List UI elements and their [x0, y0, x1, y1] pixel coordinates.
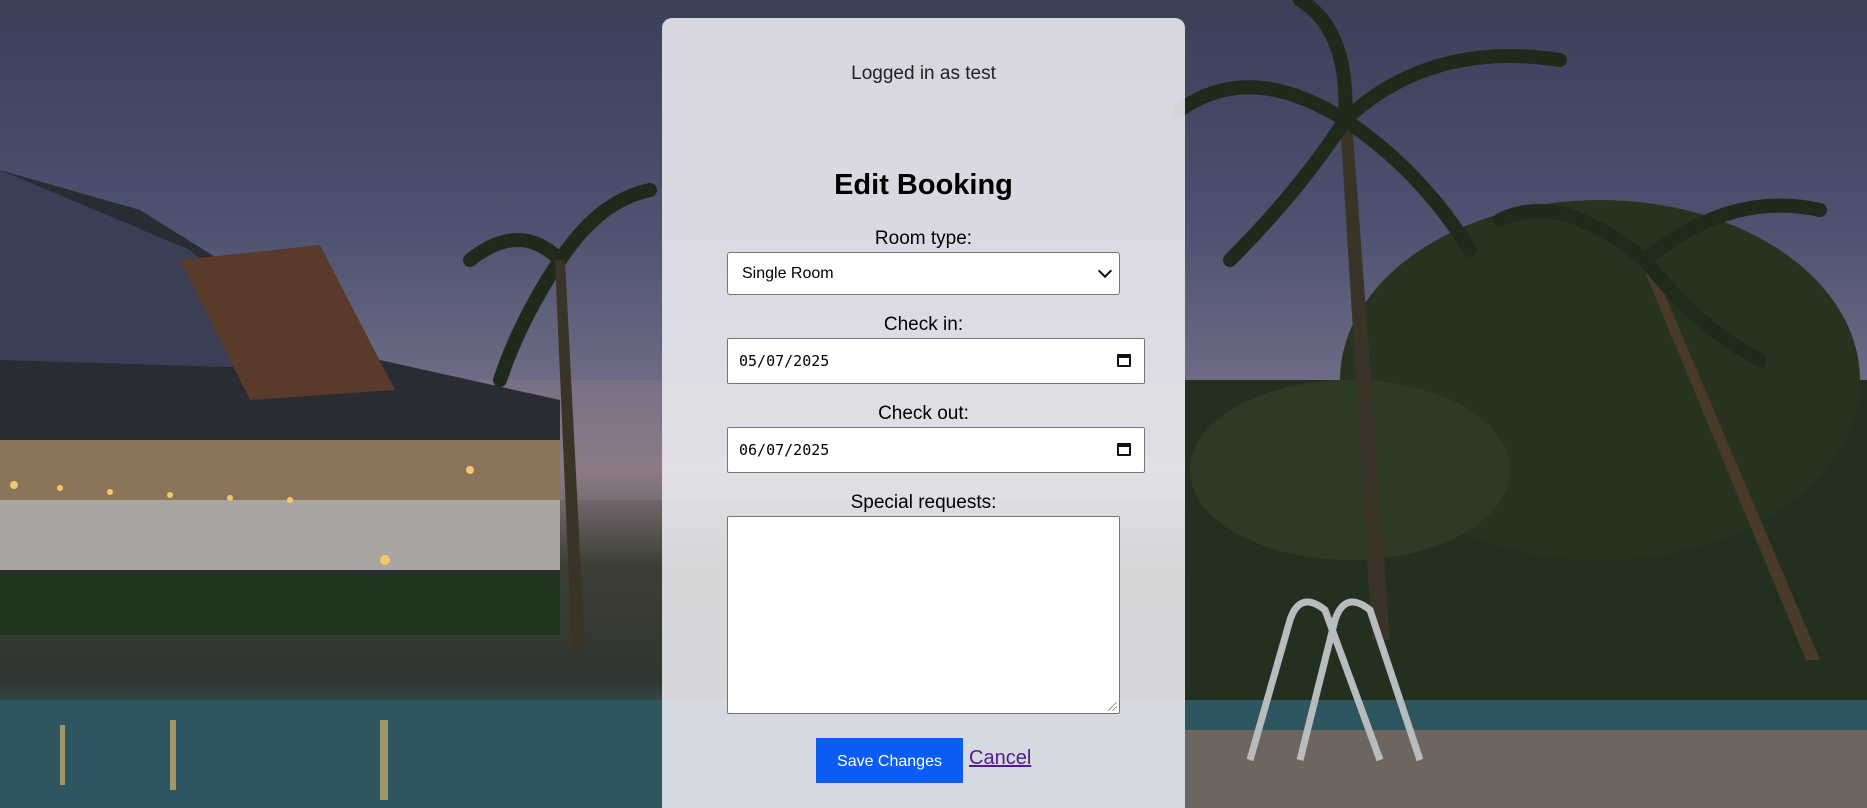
save-changes-button[interactable]: Save Changes	[816, 738, 963, 783]
cancel-link[interactable]: Cancel	[969, 747, 1031, 770]
calendar-icon[interactable]	[1117, 443, 1131, 456]
page-title: Edit Booking	[834, 169, 1013, 201]
login-status: Logged in as test	[851, 63, 996, 84]
booking-panel: Logged in as test Edit Booking Room type…	[662, 18, 1185, 808]
room-type-label: Room type:	[874, 228, 973, 249]
room-type-select[interactable]: Single Room	[727, 252, 1120, 295]
check-in-date-input[interactable]: 05/07/2025	[727, 338, 1145, 384]
calendar-icon[interactable]	[1117, 354, 1131, 367]
check-out-date-input[interactable]: 06/07/2025	[727, 427, 1145, 473]
check-in-label: Check in:	[883, 314, 964, 335]
special-requests-label: Special requests:	[850, 492, 997, 513]
chevron-down-icon	[1097, 263, 1113, 279]
room-type-selected-value: Single Room	[742, 265, 834, 282]
check-in-date-value: 05/07/2025	[739, 352, 830, 370]
special-requests-textarea[interactable]	[727, 516, 1120, 714]
check-out-label: Check out:	[878, 403, 969, 424]
check-out-date-value: 06/07/2025	[739, 441, 830, 459]
resize-handle-icon[interactable]	[1108, 702, 1117, 711]
